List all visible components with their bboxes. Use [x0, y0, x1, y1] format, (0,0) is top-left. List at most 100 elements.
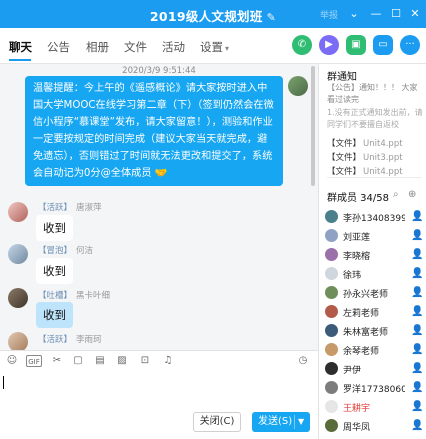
user-icon: 👤: [411, 420, 424, 431]
mic-icon[interactable]: ♫: [162, 355, 174, 367]
avatar[interactable]: [8, 288, 28, 308]
send-divider: [294, 415, 295, 429]
member-name: 尹伊: [343, 366, 362, 376]
user-icon: 👤: [411, 287, 424, 298]
folder-icon[interactable]: ▢: [72, 355, 84, 367]
user-icon: 👤: [411, 306, 424, 317]
scissors-icon[interactable]: ✂: [51, 355, 63, 367]
member-row[interactable]: 刘亚莲 👤: [325, 227, 425, 246]
message-bubble: 收到: [36, 302, 73, 328]
video-icon[interactable]: ▶: [319, 35, 339, 55]
member-row[interactable]: 尹伊 👤: [325, 360, 425, 379]
share-screen-icon[interactable]: ▭: [373, 35, 393, 55]
add-member-icon[interactable]: ⊕: [408, 189, 416, 200]
avatar[interactable]: [8, 244, 28, 264]
file-label: 【文件】: [327, 153, 362, 163]
notice-preview-detail[interactable]: 1.没有正式通知发出前，请同学们不要擅自返校: [327, 107, 423, 130]
file-name[interactable]: Unit4.ppt: [363, 139, 403, 149]
member-name: 李孙13408399…: [343, 214, 405, 224]
maximize-icon[interactable]: ☐: [388, 6, 404, 22]
sender-label: 【活跃】 李雨珂: [38, 333, 102, 345]
member-badge: 【吐槽】: [38, 291, 73, 301]
member-name: 周华凤: [343, 423, 371, 433]
user-icon: 👤: [411, 268, 424, 279]
avatar: [325, 305, 338, 318]
send-button[interactable]: 发送(S) ▼: [252, 412, 310, 432]
sender-name[interactable]: 唐淑萍: [76, 203, 102, 213]
close-button[interactable]: 关闭(C): [193, 412, 241, 432]
more-icon[interactable]: ···: [400, 35, 420, 55]
member-row[interactable]: 左莉老师 👤: [325, 303, 425, 322]
tab-settings[interactable]: 设置: [200, 40, 223, 54]
sender-name[interactable]: 李雨珂: [76, 335, 102, 345]
chevron-down-icon[interactable]: ▼: [298, 412, 304, 432]
member-name: 罗洋17738060…: [343, 385, 405, 395]
avatar[interactable]: [8, 202, 28, 222]
user-icon: 👤: [411, 230, 424, 241]
sender-name[interactable]: 何洁: [76, 246, 93, 256]
tab-files[interactable]: 文件: [124, 39, 147, 55]
message-bubble: 收到: [36, 258, 73, 284]
member-row[interactable]: 周华凤 👤: [325, 417, 425, 436]
message-input[interactable]: [0, 372, 318, 407]
member-row[interactable]: 余琴老师 👤: [325, 341, 425, 360]
file-label: 【文件】: [327, 139, 362, 149]
avatar: [325, 343, 338, 356]
tab-activities[interactable]: 活动: [162, 39, 185, 55]
member-row[interactable]: 徐玮 👤: [325, 265, 425, 284]
file-item[interactable]: 【文件】 Unit4.ppt: [327, 137, 403, 149]
report-link[interactable]: 举报: [320, 8, 338, 21]
member-row[interactable]: 李孙13408399… 👤: [325, 208, 425, 227]
member-name: 李晓榕: [343, 252, 371, 262]
user-icon: 👤: [411, 382, 424, 393]
tab-album[interactable]: 相册: [86, 39, 109, 55]
pencil-icon[interactable]: ✎: [267, 11, 277, 24]
chat-area[interactable]: 2020/3/9 9:51:44 温馨提醒：今上午的《遥感概论》请大家按时进入中…: [0, 64, 318, 350]
app-icon[interactable]: ▣: [346, 35, 366, 55]
member-row[interactable]: 孙永兴老师 👤: [325, 284, 425, 303]
member-badge: 【活跃】: [38, 335, 73, 345]
member-name: 余琴老师: [343, 347, 380, 357]
member-name: 左莉老师: [343, 309, 380, 319]
avatar[interactable]: [8, 332, 28, 350]
message-timestamp: 2020/3/9 9:51:44: [122, 66, 196, 76]
chevron-down-icon[interactable]: ⌄: [346, 6, 362, 22]
file-name[interactable]: Unit3.ppt: [363, 153, 403, 163]
gif-icon[interactable]: GIF: [26, 355, 42, 367]
member-name: 徐玮: [343, 271, 362, 281]
member-row[interactable]: 朱林富老师 👤: [325, 322, 425, 341]
tab-settings-wrap[interactable]: 设置 ▾: [200, 39, 229, 55]
title-bar: 2019级人文规划班 ✎ 举报 ⌄ — ☐ ✕: [0, 0, 426, 28]
avatar[interactable]: [288, 76, 308, 96]
close-icon[interactable]: ✕: [407, 6, 423, 22]
document-icon[interactable]: ▤: [94, 355, 106, 367]
group-notice-title[interactable]: 群通知: [327, 68, 357, 83]
member-row[interactable]: 王耕宇 👤: [325, 398, 425, 417]
avatar: [325, 324, 338, 337]
screenshot-icon[interactable]: ⊡: [139, 355, 151, 367]
member-name: 朱林富老师: [343, 328, 389, 338]
member-row[interactable]: 罗洋17738060… 👤: [325, 379, 425, 398]
sender-name[interactable]: 黑卡叶细: [76, 291, 110, 301]
history-icon[interactable]: ◷: [297, 355, 309, 367]
chat-scrollbar[interactable]: [311, 66, 315, 186]
file-item[interactable]: 【文件】 Unit4.ppt: [327, 165, 403, 177]
file-item[interactable]: 【文件】 Unit3.ppt: [327, 151, 403, 163]
text-caret: [3, 376, 4, 389]
divider: [327, 177, 421, 178]
tab-chat[interactable]: 聊天: [9, 39, 32, 55]
file-name[interactable]: Unit4.ppt: [363, 167, 403, 177]
emoji-icon[interactable]: ☺: [6, 355, 18, 367]
member-name: 刘亚莲: [343, 233, 371, 243]
search-icon[interactable]: ⌕: [393, 189, 399, 200]
user-icon: 👤: [411, 325, 424, 336]
minimize-icon[interactable]: —: [368, 6, 384, 22]
user-icon: 👤: [411, 249, 424, 260]
phone-icon[interactable]: ✆: [292, 35, 312, 55]
tab-announcements[interactable]: 公告: [47, 39, 70, 55]
member-row[interactable]: 李晓榕 👤: [325, 246, 425, 265]
notice-preview[interactable]: 【公告】通知！！！ 大家看过读完: [327, 82, 423, 105]
send-label[interactable]: 发送(S): [258, 412, 292, 432]
image-icon[interactable]: ▨: [116, 355, 128, 367]
member-badge: 【冒泡】: [38, 246, 73, 256]
